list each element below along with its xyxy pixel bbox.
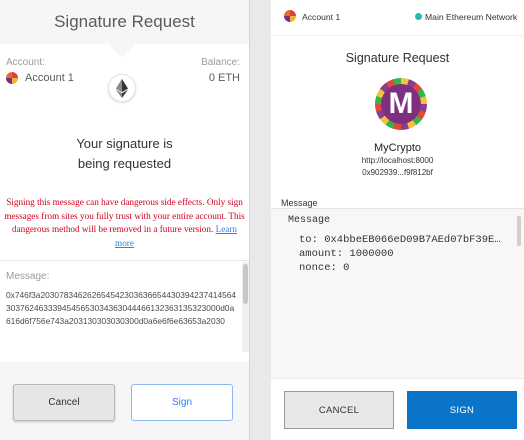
network-status-icon: [415, 13, 422, 20]
legacy-signature-panel: Signature Request Account: Balance: Acco…: [0, 0, 249, 440]
message-heading: Message: [288, 215, 331, 226]
message-amount-line: amount: 1000000: [299, 248, 394, 260]
button-footer: CANCEL SIGN: [271, 378, 524, 440]
button-footer: Cancel Sign: [0, 362, 249, 440]
balance-value: 0 ETH: [208, 72, 240, 84]
logo-letter: M: [388, 87, 414, 120]
new-signature-panel: Account 1 Main Ethereum Network Signatur…: [271, 0, 524, 440]
logo-inner: M: [381, 84, 421, 124]
message-scrollbar[interactable]: [517, 216, 521, 246]
site-origin: http://localhost:8000: [361, 156, 434, 165]
account-row: Account 1: [6, 72, 74, 84]
network-bar: Account 1 Main Ethereum Network: [271, 0, 524, 36]
site-name: MyCrypto: [373, 142, 422, 154]
message-box: Message: 0x746f3a20307834626265454230363…: [0, 260, 249, 356]
site-logo-icon: M: [375, 78, 427, 130]
balance-label: Balance:: [201, 57, 240, 68]
message-hex: 0x746f3a20307834626265454230363665443039…: [6, 290, 237, 326]
ethereum-icon: [108, 74, 136, 102]
network-name[interactable]: Main Ethereum Network: [425, 12, 517, 22]
requester-address: 0x902939...f9f812bf: [362, 168, 433, 177]
message-label: Message:: [6, 271, 50, 282]
signature-request-text: Your signature is being requested: [76, 136, 173, 171]
message-box: Message to: 0x4bbeEB066eD09B7AEd07bF39E……: [271, 208, 524, 378]
account-name: Account 1: [25, 72, 74, 84]
message-scrollbar[interactable]: [242, 262, 249, 352]
danger-warning: Signing this message can have dangerous …: [0, 196, 249, 250]
account-name[interactable]: Account 1: [302, 12, 340, 22]
account-label: Account:: [6, 57, 45, 68]
message-section-label: Message: [281, 198, 318, 208]
divider-line: [249, 0, 250, 440]
account-avatar-icon[interactable]: [284, 10, 296, 22]
cancel-button[interactable]: CANCEL: [284, 391, 394, 429]
scrollbar-thumb[interactable]: [243, 264, 248, 304]
panel-divider: [249, 0, 271, 440]
page-title: Signature Request: [54, 12, 195, 31]
sign-button[interactable]: Sign: [131, 384, 233, 421]
warning-text: Signing this message can have dangerous …: [4, 197, 245, 234]
message-to-line: to: 0x4bbeEB066eD09B7AEd07bF39E…: [299, 234, 501, 246]
page-title: Signature Request: [345, 51, 450, 65]
message-nonce-line: nonce: 0: [299, 262, 350, 274]
cancel-button[interactable]: Cancel: [13, 384, 115, 421]
sign-button[interactable]: SIGN: [407, 391, 517, 429]
account-avatar-icon: [6, 72, 18, 84]
